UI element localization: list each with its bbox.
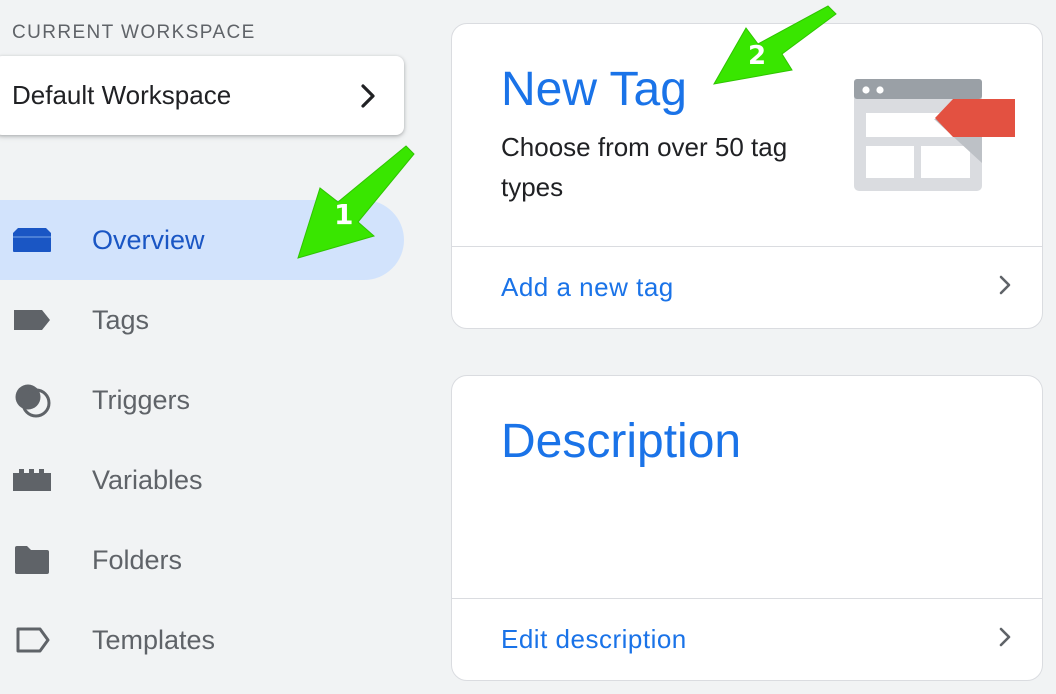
add-new-tag-link[interactable]: Add a new tag — [501, 272, 674, 303]
annotation-number-1: 1 — [334, 198, 353, 231]
add-new-tag-button[interactable]: Add a new tag — [452, 246, 1042, 328]
workspace-selector[interactable]: Default Workspace — [0, 56, 404, 135]
new-tag-subtitle: Choose from over 50 tag types — [501, 132, 788, 202]
annotation-number-2: 2 — [748, 41, 766, 71]
triggers-icon — [10, 380, 54, 420]
sidebar-item-label: Variables — [92, 464, 203, 495]
edit-description-button[interactable]: Edit description — [452, 598, 1042, 680]
chevron-right-icon — [998, 626, 1012, 653]
annotation-arrow-1: 1 — [297, 145, 415, 259]
workspace-name: Default Workspace — [12, 80, 232, 110]
annotation-arrow-2: 2 — [713, 5, 837, 85]
new-tag-title: New Tag — [501, 63, 687, 116]
edit-description-link[interactable]: Edit description — [501, 624, 687, 655]
sidebar-nav: Overview Tags Triggers Variables Folders… — [0, 200, 404, 680]
sidebar-item-tags[interactable]: Tags — [0, 280, 404, 360]
sidebar-item-variables[interactable]: Variables — [0, 440, 404, 520]
overview-icon — [10, 220, 54, 260]
sidebar-item-triggers[interactable]: Triggers — [0, 360, 404, 440]
sidebar-item-label: Tags — [92, 304, 150, 335]
sidebar-item-label: Overview — [92, 224, 205, 255]
current-workspace-heading: CURRENT WORKSPACE — [12, 22, 256, 43]
sidebar-item-label: Templates — [92, 624, 216, 655]
description-card: Description Edit description — [451, 375, 1043, 681]
sidebar-item-label: Folders — [92, 544, 183, 575]
folder-icon — [10, 540, 54, 580]
chevron-right-icon — [998, 274, 1012, 301]
sidebar-item-templates[interactable]: Templates — [0, 600, 404, 680]
sidebar-item-label: Triggers — [92, 384, 191, 415]
description-title: Description — [501, 415, 742, 468]
variables-icon — [10, 460, 54, 500]
template-icon — [10, 620, 54, 660]
sidebar-item-folders[interactable]: Folders — [0, 520, 404, 600]
chevron-right-icon — [360, 83, 376, 109]
tag-icon — [10, 300, 54, 340]
new-tag-illustration-icon — [854, 79, 1015, 191]
